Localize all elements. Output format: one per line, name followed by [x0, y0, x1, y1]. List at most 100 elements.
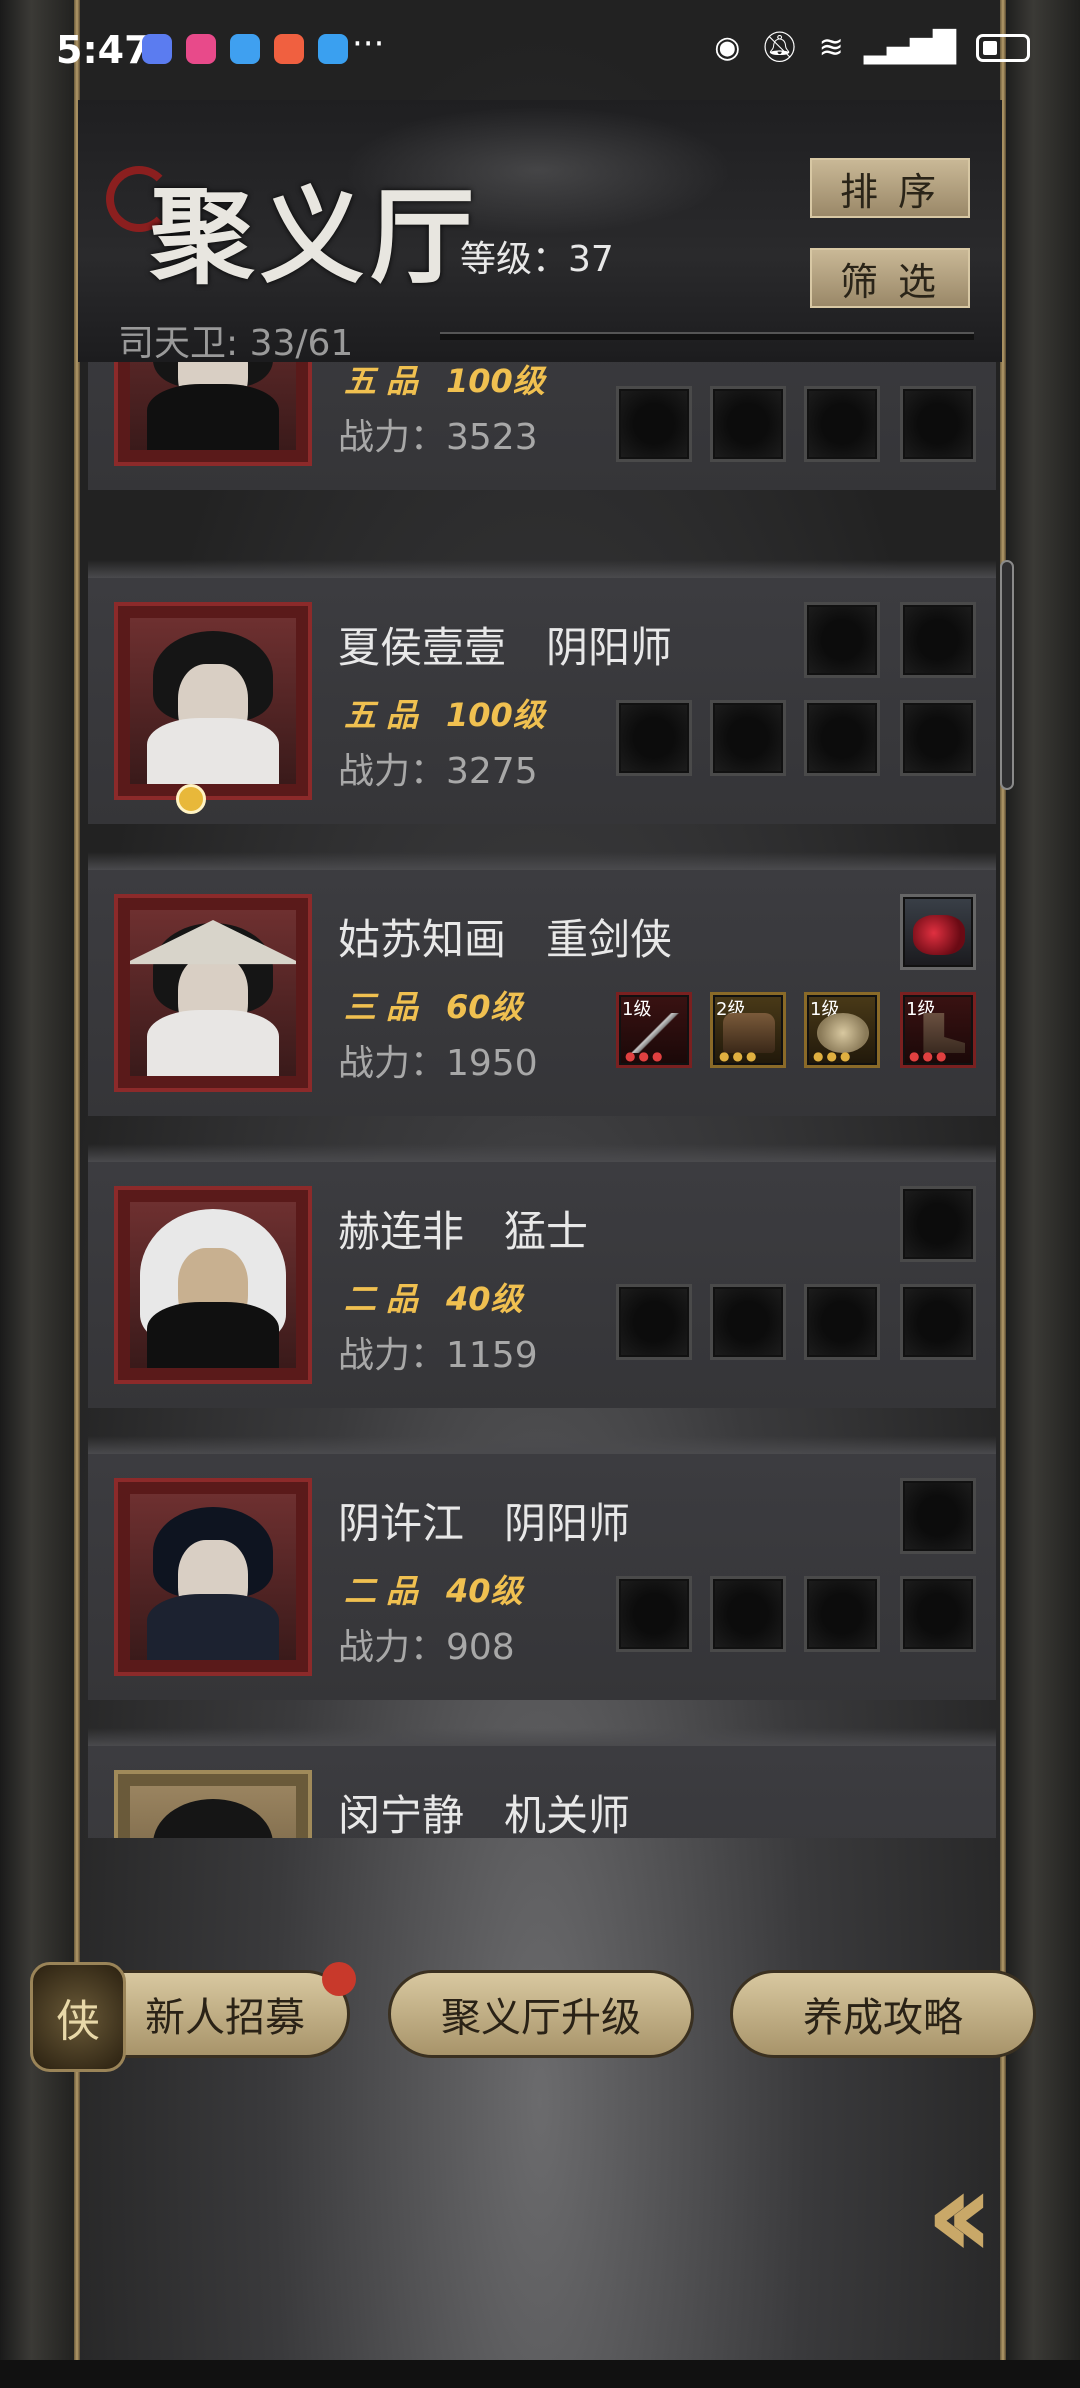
- weapon-equipment-slot[interactable]: 1级 ●●●: [616, 992, 692, 1068]
- hero-portrait[interactable]: [114, 1770, 312, 1838]
- hero-grade: 三品: [344, 988, 429, 1026]
- recruit-token-icon[interactable]: 侠: [30, 1962, 126, 2072]
- status-app-icons: [142, 34, 348, 64]
- boots-equipment-slot[interactable]: 1级 ●●●: [900, 992, 976, 1068]
- helmet-equipment-slot[interactable]: [900, 894, 976, 970]
- equipment-slot[interactable]: [804, 700, 880, 776]
- hero-portrait-art: [130, 1786, 296, 1838]
- equipment-slot[interactable]: [900, 1186, 976, 1262]
- portrait-robe: [146, 717, 280, 784]
- hero-card[interactable]: 姑苏知画 重剑侠 三品 60级 战力：1950 1级 ●●● 2级 ●●● 1级…: [88, 852, 996, 1116]
- star-dots: ●●●: [625, 1049, 666, 1063]
- hero-power: 战力：1159: [338, 1335, 538, 1376]
- hero-card[interactable]: 五品 100级 战力：3523: [88, 362, 996, 490]
- hall-header: 聚义厅 等级：37 司天卫: 33/61 排序 筛选: [78, 100, 1002, 364]
- hero-portrait[interactable]: [114, 1478, 312, 1676]
- hero-card[interactable]: 阴许江 阴阳师 二品 40级 战力：908: [88, 1436, 996, 1700]
- hero-card[interactable]: 夏侯壹壹 阴阳师 五品 100级 战力：3275: [88, 560, 996, 824]
- hero-portrait-art: [130, 1494, 296, 1660]
- equipment-slot[interactable]: [616, 700, 692, 776]
- armor-icon: [723, 1013, 775, 1053]
- equipment-slot[interactable]: [900, 1478, 976, 1554]
- sort-button[interactable]: 排序: [810, 158, 970, 218]
- equipment-slot[interactable]: [616, 1284, 692, 1360]
- notification-dot: [322, 1962, 356, 1996]
- shop-app-icon: [274, 34, 304, 64]
- equipment-slot[interactable]: [616, 386, 692, 462]
- hero-portrait-art: [130, 1202, 296, 1368]
- accessory-equipment-slot[interactable]: 1级 ●●●: [804, 992, 880, 1068]
- wifi-icon: ≋: [818, 30, 844, 65]
- filter-button[interactable]: 筛选: [810, 248, 970, 308]
- hero-card[interactable]: 赫连非 猛士 二品 40级 战力：1159: [88, 1144, 996, 1408]
- equipment-slot[interactable]: [804, 602, 880, 678]
- equipment-slot[interactable]: [804, 386, 880, 462]
- hero-name: 姑苏知画 重剑侠: [338, 915, 673, 964]
- hero-portrait[interactable]: [114, 362, 312, 466]
- hero-portrait[interactable]: [114, 894, 312, 1092]
- nav-bar-strip: [0, 2360, 1080, 2388]
- equipment-slot[interactable]: [804, 1284, 880, 1360]
- hero-name: 闵宁静 机关师: [338, 1791, 631, 1838]
- hero-level: 100级: [446, 362, 545, 400]
- sword-icon: [629, 1013, 681, 1053]
- equipment-slot[interactable]: [804, 1576, 880, 1652]
- equipment-slot[interactable]: [900, 386, 976, 462]
- equipment-slot[interactable]: [710, 386, 786, 462]
- status-bar: 5:47 ··· ◉ 🔕︎ ≋ ▂▄▆█: [0, 0, 1080, 100]
- guard-progress-bar: [440, 332, 974, 340]
- hero-portrait[interactable]: [114, 602, 312, 800]
- red-helmet-icon: [913, 915, 965, 955]
- hall-level: 等级：37: [460, 239, 614, 280]
- hero-power: 战力：1950: [338, 1043, 538, 1084]
- pouch-icon: [817, 1013, 869, 1053]
- star-dots: ●●●: [813, 1049, 854, 1063]
- portrait-robe: [146, 1593, 280, 1660]
- back-arrow-icon[interactable]: ‹‹: [860, 2146, 1030, 2285]
- yinyang-badge-icon: [176, 784, 206, 814]
- bilibili-app-icon: [186, 34, 216, 64]
- hero-portrait[interactable]: [114, 1186, 312, 1384]
- hero-portrait-art: [130, 618, 296, 784]
- equipment-slot[interactable]: [616, 1576, 692, 1652]
- bell-off-icon: 🔕︎: [760, 30, 799, 65]
- hero-list[interactable]: 五品 100级 战力：3523 夏侯壹壹 阴阳师 五品 100级 战力：3275: [88, 362, 996, 1838]
- guard-count: 司天卫: 33/61: [118, 323, 354, 364]
- music-app-icon: [142, 34, 172, 64]
- hero-level: 100级: [446, 696, 545, 734]
- hero-level: 60级: [446, 988, 523, 1026]
- signal-5g-icon: ▂▄▆█: [863, 30, 956, 65]
- hero-portrait-art: [130, 910, 296, 1076]
- equipment-slot[interactable]: [710, 1576, 786, 1652]
- portrait-robe: [146, 383, 280, 450]
- equipment-slot[interactable]: [900, 1284, 976, 1360]
- equipment-slot[interactable]: [900, 602, 976, 678]
- star-dots: ●●●: [909, 1049, 950, 1063]
- equipment-slot[interactable]: [900, 700, 976, 776]
- hero-grade: 二品: [344, 1572, 429, 1610]
- hero-name: 赫连非 猛士: [338, 1207, 589, 1256]
- equipment-slot[interactable]: [710, 700, 786, 776]
- browser-app-icon: [230, 34, 260, 64]
- status-right-icons: ◉ 🔕︎ ≋ ▂▄▆█: [714, 30, 1030, 65]
- hero-grade: 二品: [344, 1280, 429, 1318]
- hall-upgrade-button[interactable]: 聚义厅升级: [388, 1970, 694, 2058]
- star-dots: ●●●: [719, 1049, 760, 1063]
- hero-power: 战力：3523: [338, 417, 538, 458]
- hero-card[interactable]: 闵宁静 机关师: [88, 1728, 996, 1838]
- training-guide-button[interactable]: 养成攻略: [730, 1970, 1036, 2058]
- portrait-hair: [153, 1799, 273, 1838]
- armor-equipment-slot[interactable]: 2级 ●●●: [710, 992, 786, 1068]
- portrait-robe: [146, 1009, 280, 1076]
- cloud-app-icon: [318, 34, 348, 64]
- status-time: 5:47: [56, 28, 151, 72]
- equipment-slot[interactable]: [900, 1576, 976, 1652]
- hero-grade: 五品: [344, 696, 429, 734]
- eye-icon: ◉: [714, 30, 741, 65]
- list-scrollbar[interactable]: [1000, 560, 1014, 790]
- hero-level: 40级: [446, 1572, 523, 1610]
- hero-power: 战力：908: [338, 1627, 515, 1668]
- equipment-slot[interactable]: [710, 1284, 786, 1360]
- page-title: 聚义厅: [150, 175, 481, 298]
- hero-level: 40级: [446, 1280, 523, 1318]
